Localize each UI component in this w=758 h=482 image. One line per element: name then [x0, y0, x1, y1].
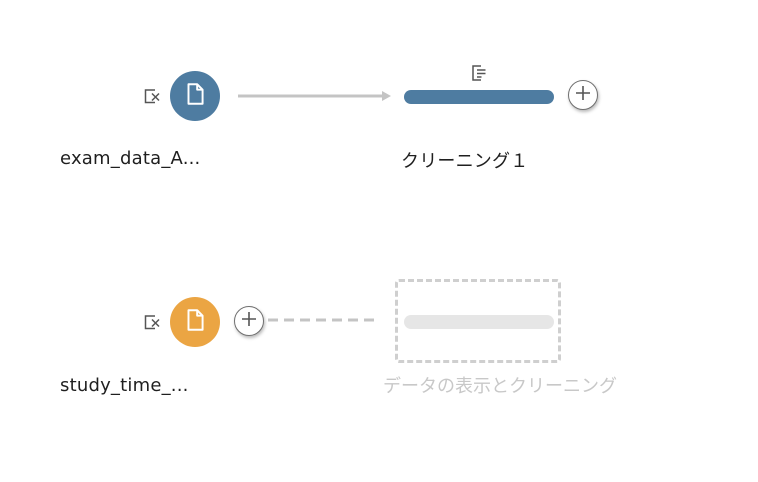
input-node-exam-data[interactable] [170, 71, 220, 121]
placeholder-step-label: データの表示とクリーニング [383, 376, 617, 397]
input-label-exam-data: exam_data_A... [60, 148, 201, 169]
add-step-button[interactable] [568, 80, 598, 110]
cleaning-step-label: クリーニング１ [401, 151, 529, 172]
document-icon [182, 307, 208, 337]
dashed-connector [268, 318, 380, 322]
clean-step-icon [469, 63, 489, 87]
flow-connector-arrow [238, 91, 391, 101]
document-icon [182, 81, 208, 111]
input-node-study-time[interactable] [170, 297, 220, 347]
remove-input-icon[interactable] [142, 312, 162, 332]
flow-canvas[interactable]: exam_data_A... クリーニング１ study_time_... デー… [0, 0, 758, 482]
remove-input-icon[interactable] [142, 86, 162, 106]
placeholder-step-bar [404, 315, 554, 329]
cleaning-step-bar[interactable] [404, 90, 554, 104]
add-step-button[interactable] [234, 306, 264, 336]
input-label-study-time: study_time_... [60, 375, 189, 396]
plus-icon [574, 84, 592, 106]
plus-icon [240, 310, 258, 332]
